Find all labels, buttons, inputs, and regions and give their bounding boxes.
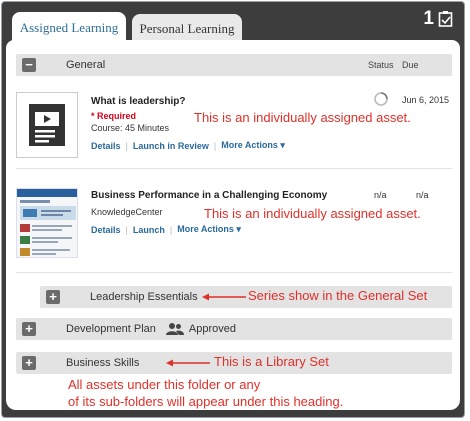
webpage-preview-icon xyxy=(17,189,77,256)
item-actions: Details | Launch in Review | More Action… xyxy=(91,140,285,151)
item-actions: Details | Launch | More Actions ▾ xyxy=(91,224,241,235)
set-title: Development Plan xyxy=(66,323,156,335)
item-divider xyxy=(16,272,452,273)
progress-ring-icon xyxy=(374,92,388,106)
divider-bar: | xyxy=(169,224,173,235)
more-actions-menu[interactable]: More Actions ▾ xyxy=(177,224,241,235)
due-date: n/a xyxy=(416,190,429,200)
set-title: Business Skills xyxy=(66,357,140,369)
divider-bar: | xyxy=(213,140,217,151)
required-flag: * Required xyxy=(91,111,137,121)
footer-note: of its sub-folders will appear under thi… xyxy=(68,394,344,409)
item-meta: KnowledgeCenter xyxy=(91,207,163,217)
course-thumbnail[interactable] xyxy=(16,92,78,158)
annotation-note: This is an individually assigned asset. xyxy=(204,206,421,221)
details-link[interactable]: Details xyxy=(91,141,121,151)
annotation-note: This is a Library Set xyxy=(214,354,329,369)
launch-link[interactable]: Launch xyxy=(133,225,165,235)
people-icon xyxy=(165,323,184,335)
details-link[interactable]: Details xyxy=(91,225,121,235)
section-title: General xyxy=(66,59,106,71)
checkbox-icon xyxy=(438,11,453,27)
assignment-count[interactable]: 1 xyxy=(423,8,454,30)
arrow-left-icon xyxy=(166,359,210,367)
launch-in-review-link[interactable]: Launch in Review xyxy=(133,141,209,151)
divider-bar: | xyxy=(125,224,128,235)
status-value: n/a xyxy=(374,190,387,200)
item-meta: Course: 45 Minutes xyxy=(91,123,170,133)
annotation-note: Series show in the General Set xyxy=(248,288,428,303)
approved-badge: Approved xyxy=(188,323,236,335)
due-column-header: Due xyxy=(402,60,419,70)
video-course-icon xyxy=(29,104,65,146)
expand-toggle[interactable]: + xyxy=(22,356,36,370)
footer-note: All assets under this folder or any xyxy=(68,377,261,392)
set-title: Leadership Essentials xyxy=(90,291,198,303)
expand-toggle[interactable]: + xyxy=(46,290,60,304)
item-divider xyxy=(16,168,452,169)
annotation-note: This is an individually assigned asset. xyxy=(194,110,411,125)
general-section-header[interactable]: − General Status Due xyxy=(16,54,452,76)
learning-widget: Assigned Learning Personal Learning 1 − … xyxy=(1,1,465,418)
divider-bar: | xyxy=(125,140,128,151)
item-title[interactable]: Business Performance in a Challenging Ec… xyxy=(91,190,327,201)
expand-toggle[interactable]: + xyxy=(22,322,36,336)
set-development-plan[interactable]: + Development Plan Approved xyxy=(16,318,452,340)
count-value: 1 xyxy=(423,8,434,29)
book-thumbnail[interactable] xyxy=(16,188,78,258)
content-panel: − General Status Due What is leadership?… xyxy=(6,40,460,410)
status-column-header: Status xyxy=(368,60,394,70)
item-title[interactable]: What is leadership? xyxy=(91,96,185,107)
arrow-left-icon xyxy=(202,293,246,301)
due-date: Jun 6, 2015 xyxy=(402,95,450,105)
more-actions-menu[interactable]: More Actions ▾ xyxy=(221,140,285,151)
collapse-toggle[interactable]: − xyxy=(22,58,36,72)
